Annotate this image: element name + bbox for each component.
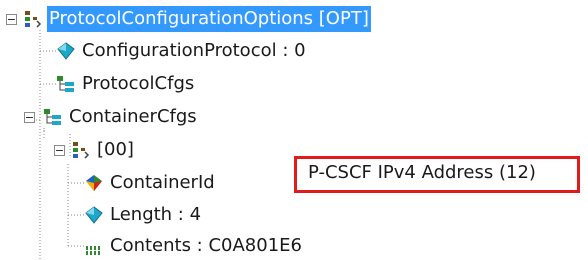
tree-node-label: ContainerId (110, 172, 215, 193)
tree-node-configuration-protocol[interactable]: ConfigurationProtocol : 0 (56, 38, 308, 64)
tree-node-length[interactable]: Length : 4 (84, 202, 203, 228)
tree-node-label: ContainerCfgs (69, 106, 197, 127)
cyan-gem-icon (85, 206, 103, 224)
tree-node-label: ProtocolConfigurationOptions [OPT] (47, 6, 371, 32)
tree-node-container-id[interactable]: ContainerId (84, 170, 217, 196)
list-icon (57, 76, 74, 92)
list-icon (44, 109, 61, 125)
tree-node-label: Contents : C0A801E6 (110, 235, 302, 256)
tree-node-label: ProtocolCfgs (82, 73, 195, 94)
tree-node-protocol-cfgs[interactable]: ProtocolCfgs (56, 71, 196, 97)
tree-node-container-00[interactable]: − [00] (54, 137, 136, 163)
struct-icon (73, 142, 90, 159)
tree-node-label: ConfigurationProtocol : 0 (82, 40, 306, 61)
struct-icon (25, 11, 42, 28)
annotation-text: P-CSCF IPv4 Address (12) (308, 162, 536, 183)
binary-icon (86, 246, 100, 255)
collapse-toggle[interactable]: − (6, 13, 17, 25)
tree-node-contents[interactable]: Contents : C0A801E6 (84, 233, 304, 259)
multicolor-gem-icon (86, 175, 102, 191)
tree-node-container-cfgs[interactable]: − ContainerCfgs (24, 104, 199, 130)
collapse-toggle[interactable]: − (54, 144, 65, 156)
tree-node-root[interactable]: − ProtocolConfigurationOptions [OPT] (6, 6, 371, 32)
tree-node-label: [00] (97, 139, 134, 160)
collapse-toggle[interactable]: − (24, 111, 35, 123)
tree-node-label: Length : 4 (110, 204, 202, 225)
cyan-gem-icon (57, 42, 75, 60)
